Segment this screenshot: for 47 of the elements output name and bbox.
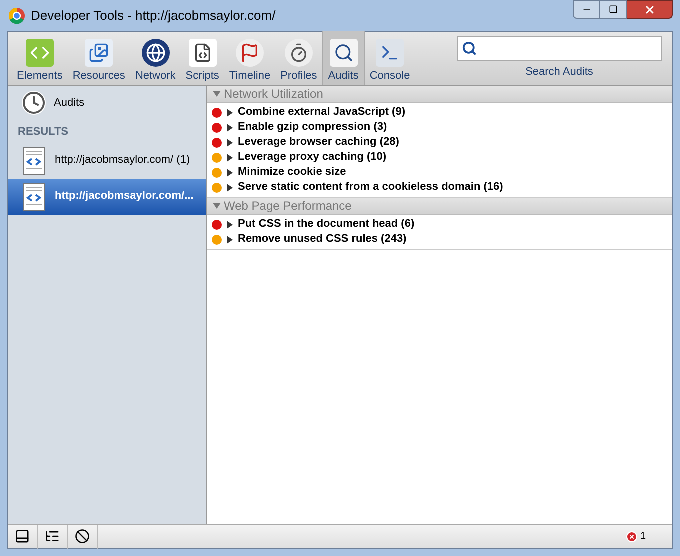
search-icon <box>462 41 477 56</box>
result-item[interactable]: http://jacobmsaylor.com/... <box>8 178 206 214</box>
audit-rule[interactable]: Leverage browser caching (28) <box>238 134 400 151</box>
page-code-icon <box>23 146 45 174</box>
audit-rule[interactable]: Put CSS in the document head (6) <box>238 216 415 233</box>
window-title: Developer Tools - http://jacobmsaylor.com/ <box>31 6 276 25</box>
toolbar-tab[interactable]: Network <box>130 31 181 85</box>
close-button[interactable] <box>627 0 673 19</box>
maximize-button[interactable] <box>600 0 627 19</box>
maximize-icon <box>608 5 618 14</box>
toolbar-tab[interactable]: Scripts <box>180 31 224 85</box>
close-icon <box>644 4 656 16</box>
audit-rule[interactable]: Remove unused CSS rules (243) <box>238 231 407 248</box>
toolbar-tab[interactable]: Resources <box>68 31 130 85</box>
audit-rule[interactable]: Minimize cookie size <box>238 164 346 181</box>
audit-rule[interactable]: Enable gzip compression (3) <box>238 119 388 136</box>
magnifier-icon <box>330 39 358 67</box>
error-count: 1 <box>640 530 646 544</box>
stopwatch-icon <box>284 39 313 67</box>
collapse-triangle-icon[interactable] <box>213 90 221 98</box>
code-icon <box>26 39 54 67</box>
search-field[interactable] <box>457 36 662 62</box>
terminal-icon <box>376 39 404 67</box>
result-item[interactable]: http://jacobmsaylor.com/ (1) <box>8 142 206 178</box>
toolbar-tab[interactable]: Console <box>364 31 416 85</box>
toolbar-tab[interactable]: Audits <box>322 31 365 85</box>
clock-icon <box>22 91 46 115</box>
sidebar-item[interactable]: Audits <box>8 86 206 120</box>
section-header: RESULTS <box>17 125 70 140</box>
globe-icon <box>142 39 170 67</box>
console-prompt-icon <box>45 529 60 544</box>
flag-icon <box>236 39 264 67</box>
collapse-triangle-icon[interactable] <box>213 202 221 210</box>
search-label: Search Audits <box>526 65 594 80</box>
clear-icon <box>75 529 90 544</box>
toolbar-tab[interactable]: Timeline <box>224 31 276 85</box>
dock-panel-icon <box>15 529 30 544</box>
error-icon <box>626 530 638 542</box>
audit-rule[interactable]: Leverage proxy caching (10) <box>238 149 387 166</box>
code-file-icon <box>188 39 217 67</box>
audit-rule[interactable]: Combine external JavaScript (9) <box>238 104 406 121</box>
images-icon <box>85 39 114 67</box>
toolbar-tab[interactable]: Elements <box>12 31 68 85</box>
toolbar-tab[interactable]: Profiles <box>276 31 322 85</box>
audit-rule[interactable]: Serve static content from a cookieless domain (16) <box>238 179 504 196</box>
browser-logo-icon <box>9 8 25 24</box>
page-code-icon <box>23 182 45 210</box>
